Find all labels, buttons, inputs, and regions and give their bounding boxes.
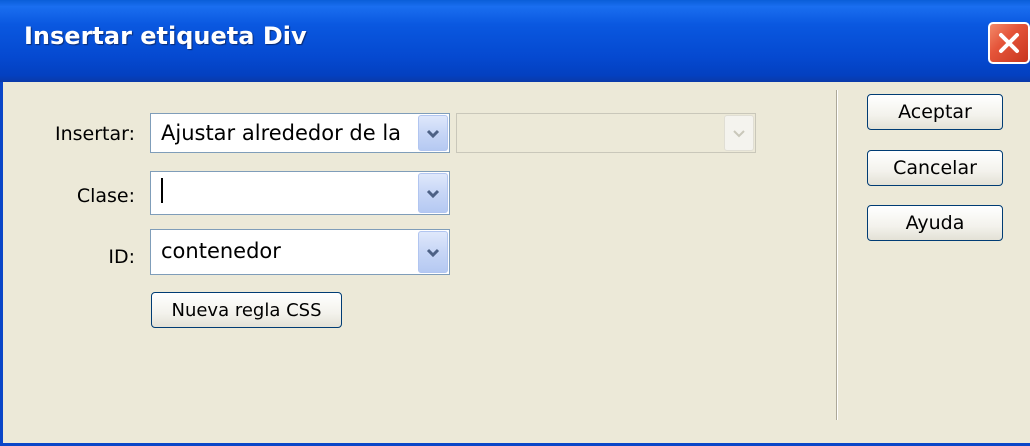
accept-button[interactable]: Aceptar [867,94,1003,130]
chevron-down-icon [733,130,745,138]
window-frame-left [0,82,3,446]
insertar-target-select [456,113,756,153]
text-caret [161,178,163,203]
clase-select[interactable] [150,171,450,215]
chevron-down-icon [426,129,440,139]
insertar-label: Insertar: [54,123,135,145]
insertar-target-dropdown-button [724,115,754,151]
clase-dropdown-button[interactable] [418,173,448,213]
insertar-dropdown-button[interactable] [418,115,448,151]
clase-label: Clase: [76,185,135,207]
chevron-down-icon [426,189,440,199]
title-bar[interactable]: Insertar etiqueta Div [0,0,1030,82]
dialog-window: Insertar etiqueta Div Insertar: Ajustar … [0,0,1030,446]
close-button[interactable] [988,22,1030,64]
help-button[interactable]: Ayuda [867,205,1003,241]
dialog-divider [836,90,838,420]
id-select-value: contenedor [161,239,281,263]
id-select[interactable]: contenedor [150,229,450,275]
cancel-button[interactable]: Cancelar [867,150,1003,186]
id-dropdown-button[interactable] [418,231,448,273]
dialog-title: Insertar etiqueta Div [24,22,307,50]
chevron-down-icon [426,248,440,258]
new-css-rule-button[interactable]: Nueva regla CSS [151,292,342,328]
insertar-select[interactable]: Ajustar alrededor de la [150,113,450,153]
insertar-select-value: Ajustar alrededor de la [161,121,402,145]
id-label: ID: [108,246,135,268]
close-icon [999,33,1019,53]
